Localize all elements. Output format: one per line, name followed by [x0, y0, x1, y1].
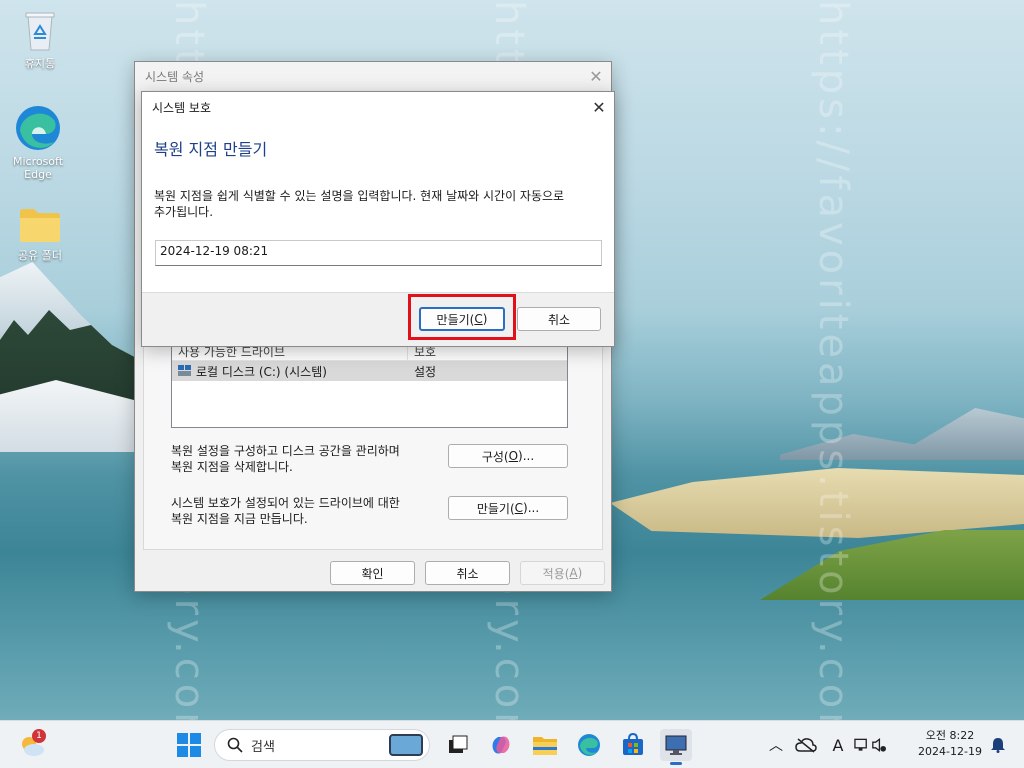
- network-volume-icon: [854, 738, 886, 752]
- notification-badge: 1: [32, 729, 46, 743]
- drive-name: 로컬 디스크 (C:) (시스템): [196, 364, 327, 379]
- task-view-icon: [449, 735, 468, 753]
- dialog-title: 시스템 보호: [152, 100, 212, 115]
- clock[interactable]: 오전 8:22 2024-12-19: [908, 728, 992, 760]
- taskbar-search[interactable]: 검색: [214, 729, 430, 761]
- weather-widget[interactable]: 1: [16, 729, 48, 761]
- onedrive-button[interactable]: [790, 729, 822, 761]
- dialog-heading: 복원 지점 만들기: [154, 140, 268, 159]
- grass-bank: [760, 530, 1024, 600]
- watermark-text: https://favoriteapps.tistory.com/: [810, 0, 856, 720]
- drive-list[interactable]: 사용 가능한 드라이브 보호 로컬 디스크 (C:) (시스템) 설정: [171, 342, 568, 428]
- search-highlight-icon: [389, 734, 423, 756]
- notifications-button[interactable]: [982, 729, 1014, 761]
- system-protection-titlebar[interactable]: 시스템 보호 ✕: [142, 92, 614, 122]
- edge-taskbar-button[interactable]: [573, 729, 605, 761]
- file-explorer-button[interactable]: [529, 729, 561, 761]
- close-icon[interactable]: ✕: [584, 93, 614, 121]
- network-status-button[interactable]: [854, 729, 886, 761]
- dialog-description: 복원 지점을 쉽게 식별할 수 있는 설명을 입력합니다. 현재 날짜와 시간이…: [154, 189, 565, 219]
- dialog-content: 복원 지점 만들기 복원 지점을 쉽게 식별할 수 있는 설명을 입력합니다. …: [142, 122, 614, 292]
- restore-point-description-input[interactable]: 2024-12-19 08:21: [155, 240, 602, 266]
- search-placeholder: 검색: [251, 739, 275, 755]
- cancel-button[interactable]: 취소: [517, 307, 601, 331]
- task-view-button[interactable]: [442, 729, 474, 761]
- dialog-divider: [142, 292, 614, 293]
- recycle-bin-icon: [25, 12, 55, 51]
- copilot-icon: [492, 736, 510, 754]
- edge-icon: [578, 734, 600, 756]
- microsoft-store-button[interactable]: [617, 729, 649, 761]
- desktop-icon-edge[interactable]: Microsoft Edge: [6, 104, 70, 181]
- desktop-icon-recycle-bin[interactable]: 휴지통: [8, 8, 72, 71]
- taskbar: 1 검색 ︿ A 오전 8:22 2024-12-19: [0, 720, 1024, 768]
- mountain-right: [780, 408, 1024, 460]
- start-button[interactable]: [173, 729, 205, 761]
- reed-island: [610, 468, 1024, 538]
- system-protection-dialog: 시스템 보호 ✕ 복원 지점 만들기 복원 지점을 쉽게 식별할 수 있는 설명…: [141, 91, 615, 347]
- create-button[interactable]: 만들기(C): [419, 307, 505, 331]
- search-icon: [227, 737, 243, 753]
- close-icon[interactable]: ✕: [581, 62, 611, 90]
- system-properties-titlebar[interactable]: 시스템 속성 ✕: [135, 62, 611, 90]
- configure-description: 복원 설정을 구성하고 디스크 공간을 관리하며 복원 지점을 삭제합니다.: [171, 444, 400, 474]
- active-indicator: [670, 762, 682, 765]
- clock-time: 오전 8:22: [925, 729, 975, 742]
- store-icon: [623, 733, 643, 755]
- copilot-button[interactable]: [485, 729, 517, 761]
- windows-logo-icon: [177, 733, 201, 757]
- file-explorer-icon: [533, 737, 557, 755]
- drive-icon: [178, 365, 191, 376]
- create-restore-point-button[interactable]: 만들기(C)...: [448, 496, 568, 520]
- input-method-button[interactable]: A: [822, 729, 854, 761]
- clock-date: 2024-12-19: [918, 745, 982, 758]
- cancel-button[interactable]: 취소: [425, 561, 510, 585]
- cloud-offline-icon: [795, 738, 817, 753]
- drive-row[interactable]: 로컬 디스크 (C:) (시스템) 설정: [172, 361, 567, 381]
- desktop-icon-shared-folder[interactable]: 공유 폴더: [8, 206, 72, 263]
- system-properties-icon: [665, 735, 687, 755]
- apply-button[interactable]: 적용(A): [520, 561, 605, 585]
- desktop-icon-label: Microsoft Edge: [12, 155, 64, 181]
- show-hidden-icons-button[interactable]: ︿: [760, 729, 792, 761]
- drive-protection-status: 설정: [414, 364, 437, 379]
- folder-icon: [20, 209, 60, 242]
- chevron-up-icon: ︿: [769, 738, 783, 754]
- create-description: 시스템 보호가 설정되어 있는 드라이브에 대한 복원 지점을 지금 만듭니다.: [171, 496, 400, 526]
- window-title: 시스템 속성: [145, 69, 205, 84]
- desktop-icon-label: 휴지통: [24, 57, 56, 70]
- edge-icon: [16, 106, 60, 150]
- input-method-icon: A: [832, 735, 844, 755]
- ok-button[interactable]: 확인: [330, 561, 415, 585]
- system-properties-taskbar-button[interactable]: [660, 729, 692, 765]
- bell-icon: [991, 738, 1005, 753]
- desktop-icon-label: 공유 폴더: [18, 249, 62, 262]
- configure-button[interactable]: 구성(O)...: [448, 444, 568, 468]
